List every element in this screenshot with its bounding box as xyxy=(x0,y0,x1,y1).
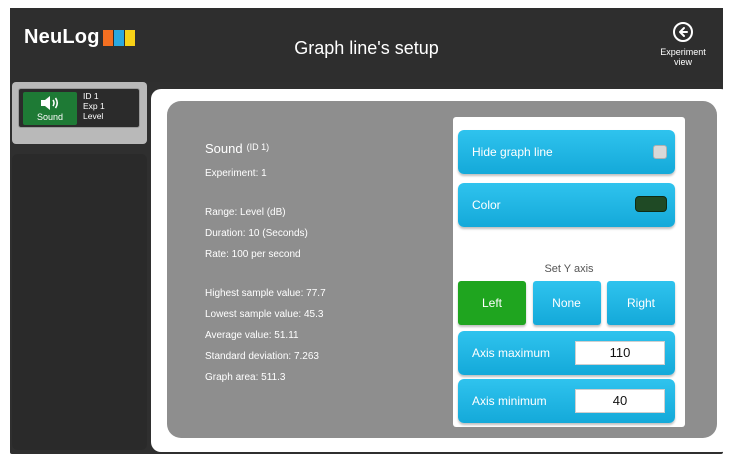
y-axis-none-button[interactable]: None xyxy=(532,281,601,325)
axis-minimum-input[interactable]: 40 xyxy=(575,389,665,413)
speaker-icon xyxy=(41,96,59,110)
sensor-icon-box: Sound xyxy=(23,92,77,125)
y-axis-right-button[interactable]: Right xyxy=(607,281,675,325)
detail-duration: Duration: 10 (Seconds) xyxy=(205,228,308,239)
detail-average: Average value: 51.11 xyxy=(205,330,299,341)
y-axis-selector: Left None Right xyxy=(458,281,675,325)
axis-maximum-input[interactable]: 110 xyxy=(575,341,665,365)
color-swatch[interactable] xyxy=(635,196,667,212)
axis-minimum-row: Axis minimum 40 xyxy=(458,379,675,423)
axis-maximum-label: Axis maximum xyxy=(472,346,551,360)
hide-graph-line-checkbox[interactable] xyxy=(653,145,667,159)
page-title: Graph line's setup xyxy=(294,38,439,58)
sensor-mode: Level xyxy=(83,111,104,121)
axis-maximum-row: Axis maximum 110 xyxy=(458,331,675,375)
app-frame: NeuLog Graph line's setup Experiment vie… xyxy=(10,8,731,454)
sidebar-sensor-panel: Sound ID 1 Exp 1 Level xyxy=(12,82,147,144)
y-axis-left-button[interactable]: Left xyxy=(458,281,526,325)
back-arrow-icon xyxy=(673,22,693,42)
main-content: Sound (ID 1) Experiment: 1 Range: Level (… xyxy=(151,89,731,452)
sensor-info: ID 1 Exp 1 Level xyxy=(83,91,105,121)
set-y-axis-label: Set Y axis xyxy=(544,263,594,275)
axis-minimum-label: Axis minimum xyxy=(472,394,547,408)
hide-graph-line-button[interactable]: Hide graph line xyxy=(458,130,675,174)
color-label: Color xyxy=(472,198,501,212)
sensor-tile-sound[interactable]: Sound ID 1 Exp 1 Level xyxy=(18,88,140,128)
sensor-exp: Exp 1 xyxy=(83,101,105,111)
detail-rate: Rate: 100 per second xyxy=(205,249,301,260)
color-button[interactable]: Color xyxy=(458,183,675,227)
details-sensor-id: (ID 1) xyxy=(246,142,270,152)
sidebar-empty-panel xyxy=(12,154,147,450)
detail-std-dev: Standard deviation: 7.263 xyxy=(205,351,319,362)
experiment-view-label-1: Experiment xyxy=(660,47,706,57)
experiment-view-button[interactable]: Experiment view xyxy=(653,22,713,67)
details-sensor-name: Sound xyxy=(205,141,243,156)
sensor-name-label: Sound xyxy=(36,112,64,122)
detail-experiment: Experiment: 1 xyxy=(205,168,267,179)
details-title: Sound (ID 1) xyxy=(205,141,326,156)
experiment-view-label-2: view xyxy=(673,57,692,67)
sensor-id: ID 1 xyxy=(83,91,99,101)
sensor-details: Sound (ID 1) Experiment: 1 Range: Level (… xyxy=(205,141,326,388)
line-settings: Hide graph line Color Set Y axis Left No… xyxy=(453,117,685,427)
hide-graph-line-label: Hide graph line xyxy=(472,145,553,159)
detail-graph-area: Graph area: 511.3 xyxy=(205,372,286,383)
setup-panel: Sound (ID 1) Experiment: 1 Range: Level (… xyxy=(167,101,717,438)
detail-range: Range: Level (dB) xyxy=(205,207,286,218)
header-bar: NeuLog Graph line's setup Experiment vie… xyxy=(10,8,723,82)
detail-highest: Highest sample value: 77.7 xyxy=(205,288,326,299)
detail-lowest: Lowest sample value: 45.3 xyxy=(205,309,324,320)
